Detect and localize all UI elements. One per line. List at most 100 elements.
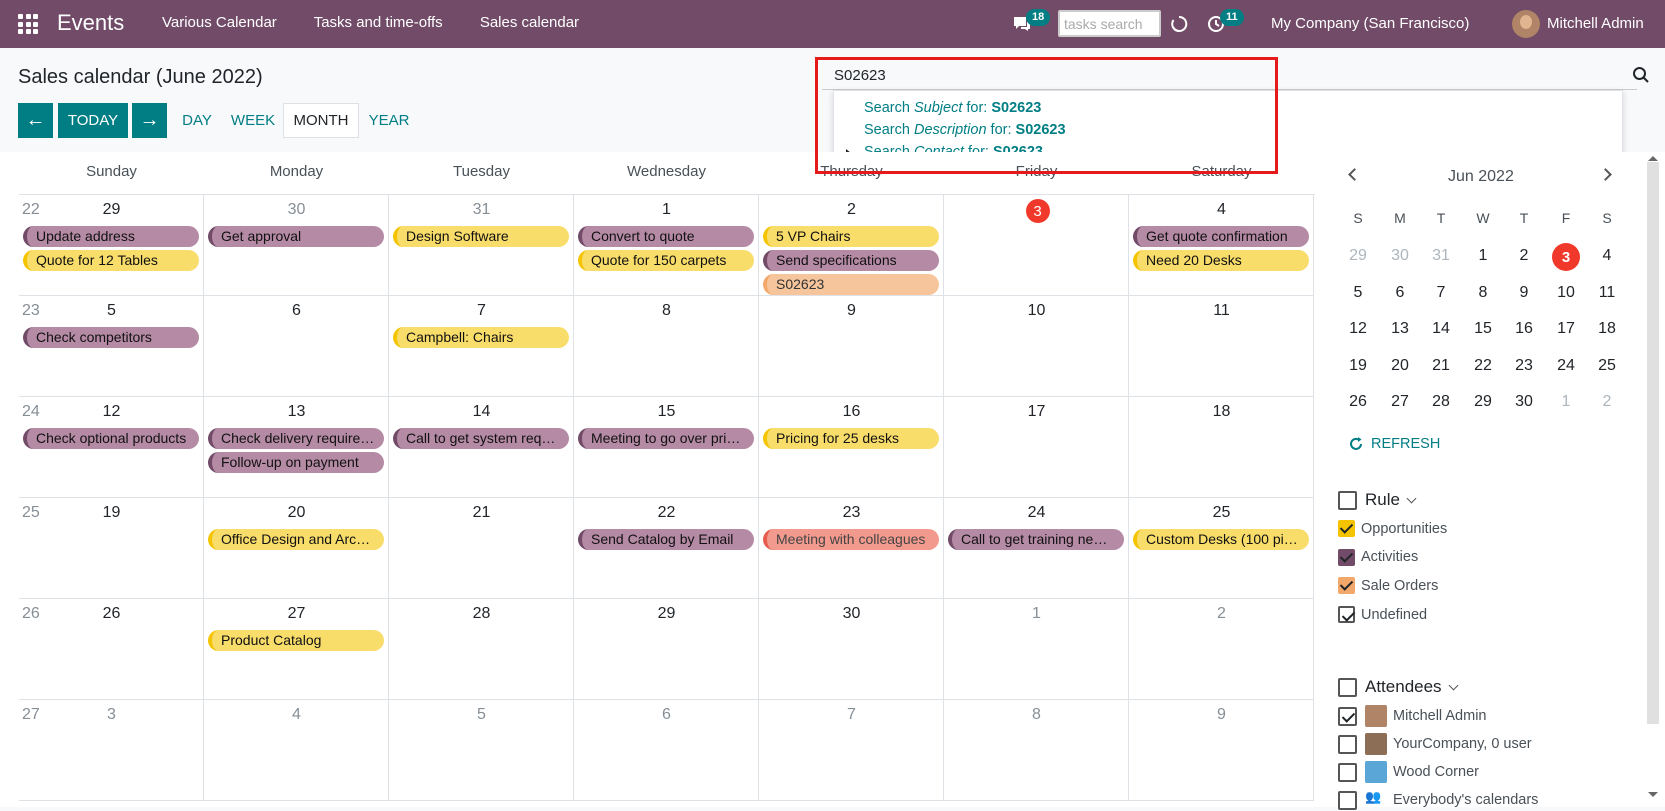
day-number[interactable]: 30 [277,201,317,219]
calendar-event[interactable]: Call to get system requir... [393,428,569,449]
calendar-event[interactable]: 5 VP Chairs [763,226,939,247]
scale-month-button[interactable]: MONTH [283,103,359,138]
sidebar-scrollbar[interactable] [1647,162,1659,724]
day-number[interactable]: 11 [1202,302,1242,320]
calendar-event[interactable]: Convert to quote [578,226,754,247]
day-number[interactable]: 12 [92,403,132,421]
calendar-event[interactable]: Get quote confirmation [1133,226,1309,247]
attendee-filter-item[interactable]: Mitchell Admin [1338,705,1486,727]
day-number[interactable]: 18 [1202,403,1242,421]
day-number[interactable]: 6 [647,706,687,724]
calendar-event[interactable]: Quote for 12 Tables [23,250,199,271]
day-number[interactable]: 31 [462,201,502,219]
mini-day[interactable]: 1 [1551,393,1581,411]
filter-checkbox[interactable] [1338,577,1355,595]
day-number[interactable]: 7 [832,706,872,724]
day-number[interactable]: 4 [277,706,317,724]
calendar-event[interactable]: Call to get training needs [948,529,1124,550]
apps-menu-icon[interactable] [18,14,38,34]
attendee-checkbox[interactable] [1338,706,1357,726]
calendar-event[interactable]: Need 20 Desks [1133,250,1309,271]
next-button[interactable]: → [132,103,167,138]
search-subject-option[interactable]: Search Subject for: S02623 [864,100,1041,116]
attendee-checkbox[interactable] [1338,734,1357,754]
mini-day[interactable]: 7 [1426,284,1456,302]
today-day-number[interactable]: 3 [1025,199,1050,223]
calendar-event[interactable]: Meeting to go over prici... [578,428,754,449]
day-number[interactable]: 23 [832,504,872,522]
day-number[interactable]: 25 [1202,504,1242,522]
attendees-all-checkbox[interactable] [1338,677,1357,697]
mini-day[interactable]: 12 [1343,320,1373,338]
today-button[interactable]: TODAY [58,103,128,138]
day-number[interactable]: 3 [92,706,132,724]
search-description-option[interactable]: Search Description for: S02623 [864,122,1066,138]
search-input[interactable] [822,62,1637,90]
mini-day[interactable]: 26 [1343,393,1373,411]
calendar-event[interactable]: Meeting with colleagues [763,529,939,550]
mini-day[interactable]: 29 [1468,393,1498,411]
mini-day[interactable]: 30 [1509,393,1539,411]
mini-day[interactable]: 21 [1426,357,1456,375]
calendar-event[interactable]: Update address [23,226,199,247]
attendee-filter-item[interactable]: Wood Corner [1338,761,1479,783]
navbar-search-input[interactable] [1058,10,1161,37]
scale-day-button[interactable]: DAY [176,103,218,138]
day-number[interactable]: 1 [647,201,687,219]
day-number[interactable]: 29 [647,605,687,623]
day-number[interactable]: 26 [92,605,132,623]
sync-icon[interactable] [1170,15,1188,33]
day-number[interactable]: 19 [92,504,132,522]
day-number[interactable]: 5 [92,302,132,320]
menu-various-calendar[interactable]: Various Calendar [162,14,277,31]
user-menu[interactable]: Mitchell Admin [1547,15,1644,32]
day-number[interactable]: 28 [462,605,502,623]
mini-day[interactable]: 5 [1343,284,1373,302]
mini-day[interactable]: 16 [1509,320,1539,338]
mini-day[interactable]: 18 [1592,320,1622,338]
mini-day[interactable]: 14 [1426,320,1456,338]
calendar-event[interactable]: Send specifications [763,250,939,271]
day-number[interactable]: 8 [647,302,687,320]
mini-day[interactable]: 15 [1468,320,1498,338]
day-number[interactable]: 21 [462,504,502,522]
day-number[interactable]: 29 [92,201,132,219]
attendee-filter-item[interactable]: YourCompany, 0 user [1338,733,1532,755]
day-number[interactable]: 10 [1017,302,1057,320]
scroll-up-icon[interactable] [1648,156,1658,161]
mini-day[interactable]: 19 [1343,357,1373,375]
mini-day[interactable]: 20 [1385,357,1415,375]
mini-day[interactable]: 24 [1551,357,1581,375]
filter-checkbox[interactable] [1338,606,1355,624]
scale-year-button[interactable]: YEAR [363,103,415,138]
rule-filter-toggle[interactable]: Rule [1338,490,1417,510]
day-number[interactable]: 24 [1017,504,1057,522]
mini-day[interactable]: 9 [1509,284,1539,302]
rule-filter-item[interactable]: Sale Orders [1338,577,1438,595]
scale-week-button[interactable]: WEEK [226,103,280,138]
day-number[interactable]: 27 [277,605,317,623]
mini-day[interactable]: 17 [1551,320,1581,338]
day-number[interactable]: 4 [1202,201,1242,219]
calendar-event[interactable]: Office Design and Archit... [208,529,384,550]
calendar-event[interactable]: Design Software [393,226,569,247]
calendar-event[interactable]: Pricing for 25 desks [763,428,939,449]
day-number[interactable]: 20 [277,504,317,522]
scroll-down-icon[interactable] [1648,792,1658,797]
filter-checkbox[interactable] [1338,548,1355,566]
day-number[interactable]: 8 [1017,706,1057,724]
calendar-event[interactable]: Check competitors [23,327,199,348]
day-number[interactable]: 2 [832,201,872,219]
app-brand[interactable]: Events [57,10,124,36]
mini-day[interactable]: 30 [1385,247,1415,265]
attendee-filter-item[interactable]: 👥 Everybody's calendars [1338,789,1538,811]
mini-day[interactable]: 10 [1551,284,1581,302]
attendees-filter-toggle[interactable]: Attendees [1338,677,1459,697]
calendar-event[interactable]: Check optional products [23,428,199,449]
day-number[interactable]: 7 [462,302,502,320]
mini-day[interactable]: 2 [1592,393,1622,411]
day-number[interactable]: 14 [462,403,502,421]
calendar-event[interactable]: Check delivery requirem... [208,428,384,449]
day-number[interactable]: 9 [832,302,872,320]
mini-day[interactable]: 29 [1343,247,1373,265]
